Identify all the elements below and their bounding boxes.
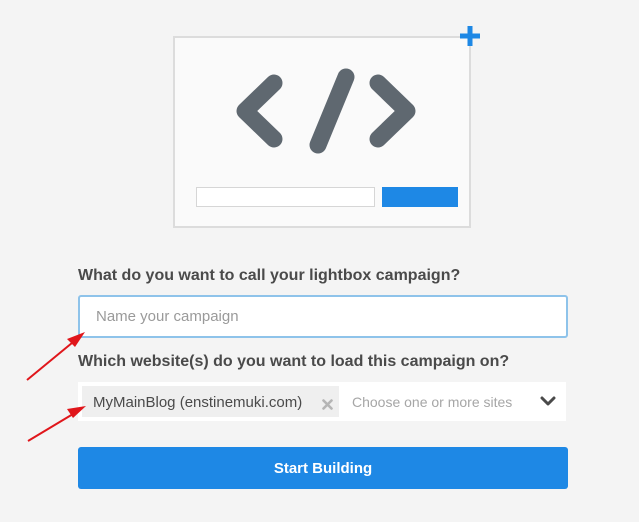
websites-placeholder[interactable]: Choose one or more sites [352, 394, 512, 410]
start-building-button[interactable]: Start Building [78, 447, 568, 489]
selected-site-tag: MyMainBlog (enstinemuki.com) [82, 386, 339, 417]
campaign-illustration [173, 36, 471, 228]
campaign-name-label: What do you want to call your lightbox c… [78, 267, 461, 284]
websites-label: Which website(s) do you want to load thi… [78, 353, 510, 370]
close-icon[interactable] [322, 399, 333, 410]
plus-icon[interactable] [458, 24, 482, 48]
mock-input-bar [196, 187, 375, 207]
websites-multiselect[interactable]: MyMainBlog (enstinemuki.com) Choose one … [78, 382, 566, 421]
red-arrow [26, 332, 85, 381]
selected-site-label: MyMainBlog (enstinemuki.com) [93, 394, 303, 411]
chevron-down-icon[interactable] [540, 395, 556, 407]
mock-button-bar [382, 187, 458, 207]
code-brackets-icon [236, 68, 416, 154]
campaign-name-input[interactable] [78, 295, 568, 338]
